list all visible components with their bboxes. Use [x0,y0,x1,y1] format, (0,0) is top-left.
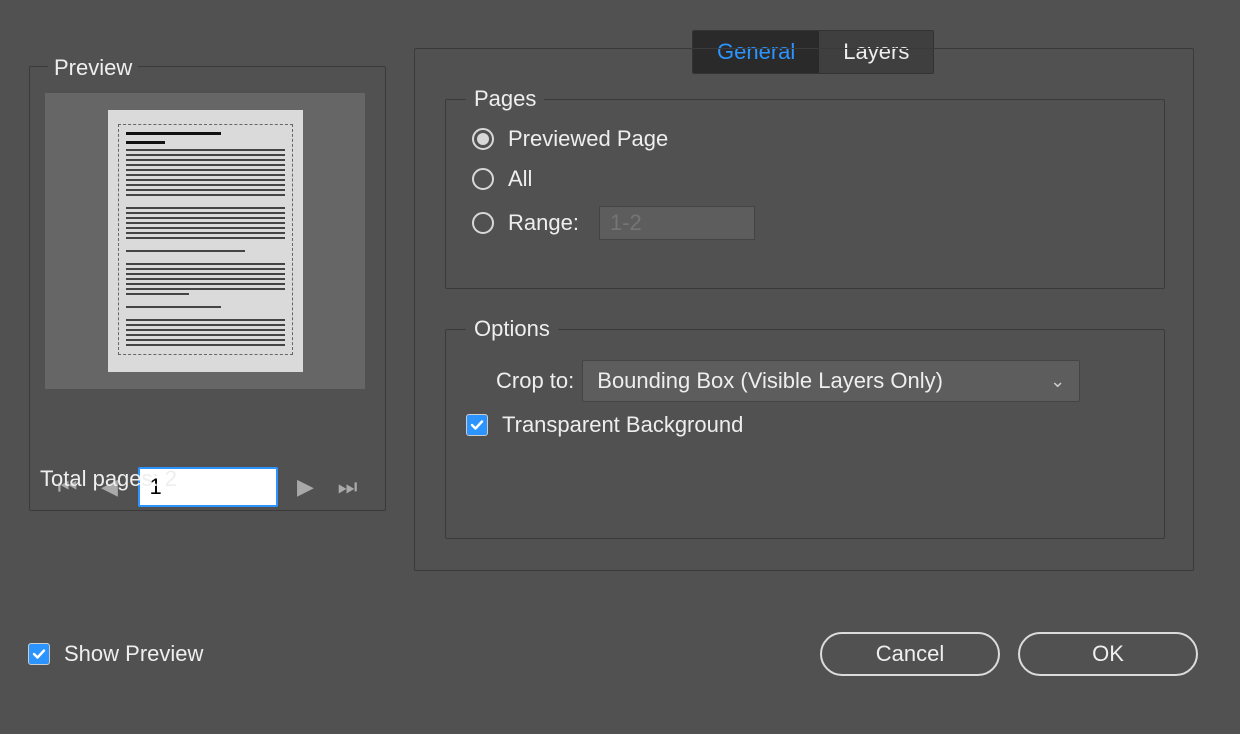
checkbox-label: Transparent Background [502,412,743,438]
next-page-icon[interactable]: ▶ [292,473,320,501]
radio-icon [472,168,494,190]
radio-icon [472,212,494,234]
radio-range[interactable]: Range: [472,206,755,240]
cancel-button[interactable]: Cancel [820,632,1000,676]
crop-to-label: Crop to: [496,368,574,394]
radio-icon [472,128,494,150]
settings-panel: Pages Previewed Page All Range: Options … [414,48,1194,571]
range-input[interactable] [599,206,755,240]
radio-label: Range: [508,210,579,236]
footer-row: Show Preview Cancel OK [28,632,1198,676]
pages-group: Pages Previewed Page All Range: [445,99,1165,289]
transparent-bg-checkbox[interactable]: Transparent Background [466,412,743,438]
radio-label: All [508,166,532,192]
total-pages-label: Total pages: 2 [40,466,177,734]
preview-label: Preview [48,55,138,81]
crop-to-select[interactable]: Bounding Box (Visible Layers Only) ⌄ [582,360,1080,402]
radio-previewed-page[interactable]: Previewed Page [472,126,668,152]
show-preview-checkbox[interactable]: Show Preview [28,641,203,667]
options-group-label: Options [466,316,558,342]
radio-label: Previewed Page [508,126,668,152]
checkbox-icon [466,414,488,436]
preview-page [108,110,303,372]
chevron-down-icon: ⌄ [1050,371,1065,392]
checkbox-icon [28,643,50,665]
crop-to-value: Bounding Box (Visible Layers Only) [597,368,943,394]
preview-group: Preview [29,66,386,511]
preview-thumbnail [45,93,365,389]
checkbox-label: Show Preview [64,641,203,667]
options-group: Options Crop to: Bounding Box (Visible L… [445,329,1165,539]
pages-group-label: Pages [466,86,544,112]
radio-all[interactable]: All [472,166,532,192]
ok-button[interactable]: OK [1018,632,1198,676]
last-page-icon[interactable]: ⏭ [334,473,362,501]
crop-to-row: Crop to: Bounding Box (Visible Layers On… [496,360,1080,402]
